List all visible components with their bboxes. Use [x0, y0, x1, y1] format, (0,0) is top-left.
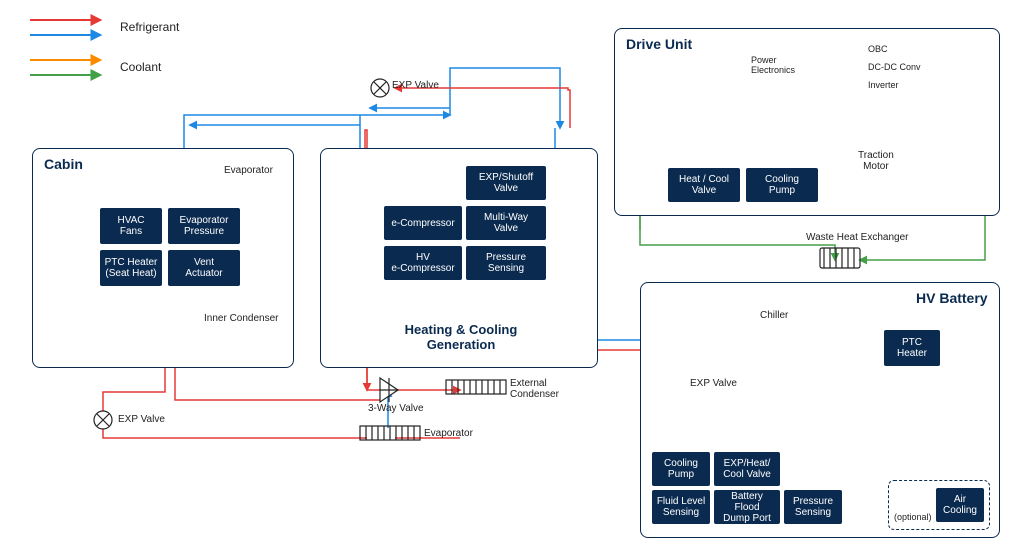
chip-exp-heat-cool: EXP/Heat/ Cool Valve	[714, 452, 780, 486]
legend-refrigerant: Refrigerant	[120, 20, 179, 34]
chip-e-compressor: e-Compressor	[384, 206, 462, 240]
label-3way: 3-Way Valve	[368, 403, 424, 414]
label-inner-condenser: Inner Condenser	[204, 313, 279, 324]
chip-evap-pressure: Evaporator Pressure	[168, 208, 240, 244]
label-exp-valve-batt: EXP Valve	[690, 378, 737, 389]
label-traction: Traction Motor	[858, 150, 894, 172]
chip-vent-actuator: Vent Actuator	[168, 250, 240, 286]
chip-cooling-pump-drive: Cooling Pump	[746, 168, 818, 202]
label-power-elec: Power Electronics	[751, 55, 795, 75]
chip-fluid-level: Fluid Level Sensing	[652, 490, 710, 524]
cabin-title: Cabin	[44, 156, 83, 172]
label-exp-valve-top: EXP Valve	[392, 80, 439, 91]
chip-battery-flood: Battery Flood Dump Port	[714, 490, 780, 524]
chip-pressure-hcg: Pressure Sensing	[466, 246, 546, 280]
chip-multiway: Multi-Way Valve	[466, 206, 546, 240]
hcg-title: Heating & Cooling Generation	[386, 322, 536, 352]
chip-hvac-fans: HVAC Fans	[100, 208, 162, 244]
label-exp-valve-left: EXP Valve	[118, 414, 165, 425]
chip-air-cooling: Air Cooling	[936, 488, 984, 522]
label-optional: (optional)	[894, 512, 932, 522]
chip-ptc-seat: PTC Heater (Seat Heat)	[100, 250, 162, 286]
label-chiller: Chiller	[760, 310, 788, 321]
chip-pressure-batt: Pressure Sensing	[784, 490, 842, 524]
battery-title: HV Battery	[916, 290, 988, 306]
label-inverter: Inverter	[868, 80, 899, 90]
drive-title: Drive Unit	[626, 36, 692, 52]
chip-hv-e-compressor: HV e-Compressor	[384, 246, 462, 280]
chip-cooling-pump-batt: Cooling Pump	[652, 452, 710, 486]
exp-valve-icon	[371, 79, 389, 97]
label-evaporator-bottom: Evaporator	[424, 428, 473, 439]
diagram-stage: M * Refrigerant Coolant	[0, 0, 1024, 546]
chip-heat-cool-valve: Heat / Cool Valve	[668, 168, 740, 202]
label-ext-condenser: External Condenser	[510, 378, 559, 400]
chip-exp-shutoff: EXP/Shutoff Valve	[466, 166, 546, 200]
label-obc: OBC	[868, 44, 888, 54]
legend-coolant: Coolant	[120, 60, 161, 74]
label-whe: Waste Heat Exchanger	[806, 232, 908, 243]
chip-ptc-heater-batt: PTC Heater	[884, 330, 940, 366]
label-evaporator: Evaporator	[224, 165, 273, 176]
label-dcdc: DC-DC Conv	[868, 62, 921, 72]
cabin-group	[32, 148, 294, 368]
